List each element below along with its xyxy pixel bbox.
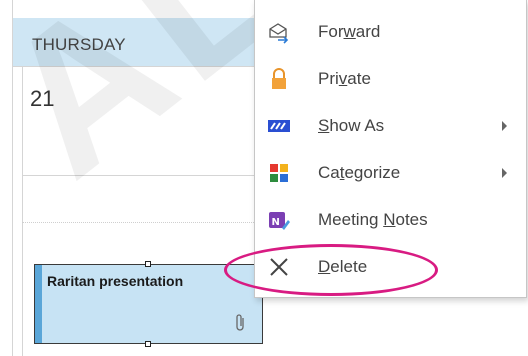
- grid-line: [12, 0, 13, 356]
- menu-item-categorize[interactable]: Categorize: [255, 151, 526, 195]
- appointment-title: Raritan presentation: [47, 273, 184, 289]
- grid-line: [12, 66, 262, 67]
- menu-item-label: Categorize: [318, 163, 401, 182]
- onenote-icon: N: [267, 208, 291, 232]
- menu-item-delete[interactable]: Delete: [255, 245, 526, 289]
- categorize-icon: [267, 161, 291, 185]
- appointment-color-bar: [35, 265, 42, 343]
- menu-item-label: Private: [318, 69, 371, 88]
- svg-text:N: N: [272, 217, 280, 228]
- grid-line: [22, 222, 262, 223]
- grid-line: [22, 175, 262, 176]
- show-as-icon: [267, 114, 291, 138]
- appointment[interactable]: Raritan presentation: [34, 261, 263, 347]
- day-number: 21: [30, 86, 55, 111]
- grid-line: [22, 66, 23, 356]
- menu-item-meeting-notes[interactable]: N Meeting Notes: [255, 198, 526, 242]
- menu-item-show-as[interactable]: Show As: [255, 104, 526, 148]
- forward-icon: [267, 20, 291, 44]
- menu-item-label: Show As: [318, 116, 385, 135]
- menu-item-label: Forward: [318, 22, 381, 41]
- paperclip-icon: [236, 314, 244, 331]
- lock-icon: [267, 67, 291, 91]
- resize-handle-top[interactable]: [145, 261, 151, 267]
- context-menu: Forward Private Show As Categorize N Mee…: [254, 0, 527, 298]
- day-name: THURSDAY: [32, 35, 126, 54]
- menu-item-forward[interactable]: Forward: [255, 10, 526, 54]
- submenu-arrow-icon: [502, 121, 507, 131]
- delete-icon: [267, 255, 291, 279]
- submenu-arrow-icon: [502, 168, 507, 178]
- menu-item-label: Meeting Notes: [318, 210, 428, 229]
- resize-handle-bottom[interactable]: [145, 341, 151, 347]
- menu-item-label: Delete: [318, 257, 368, 276]
- menu-item-private[interactable]: Private: [255, 57, 526, 101]
